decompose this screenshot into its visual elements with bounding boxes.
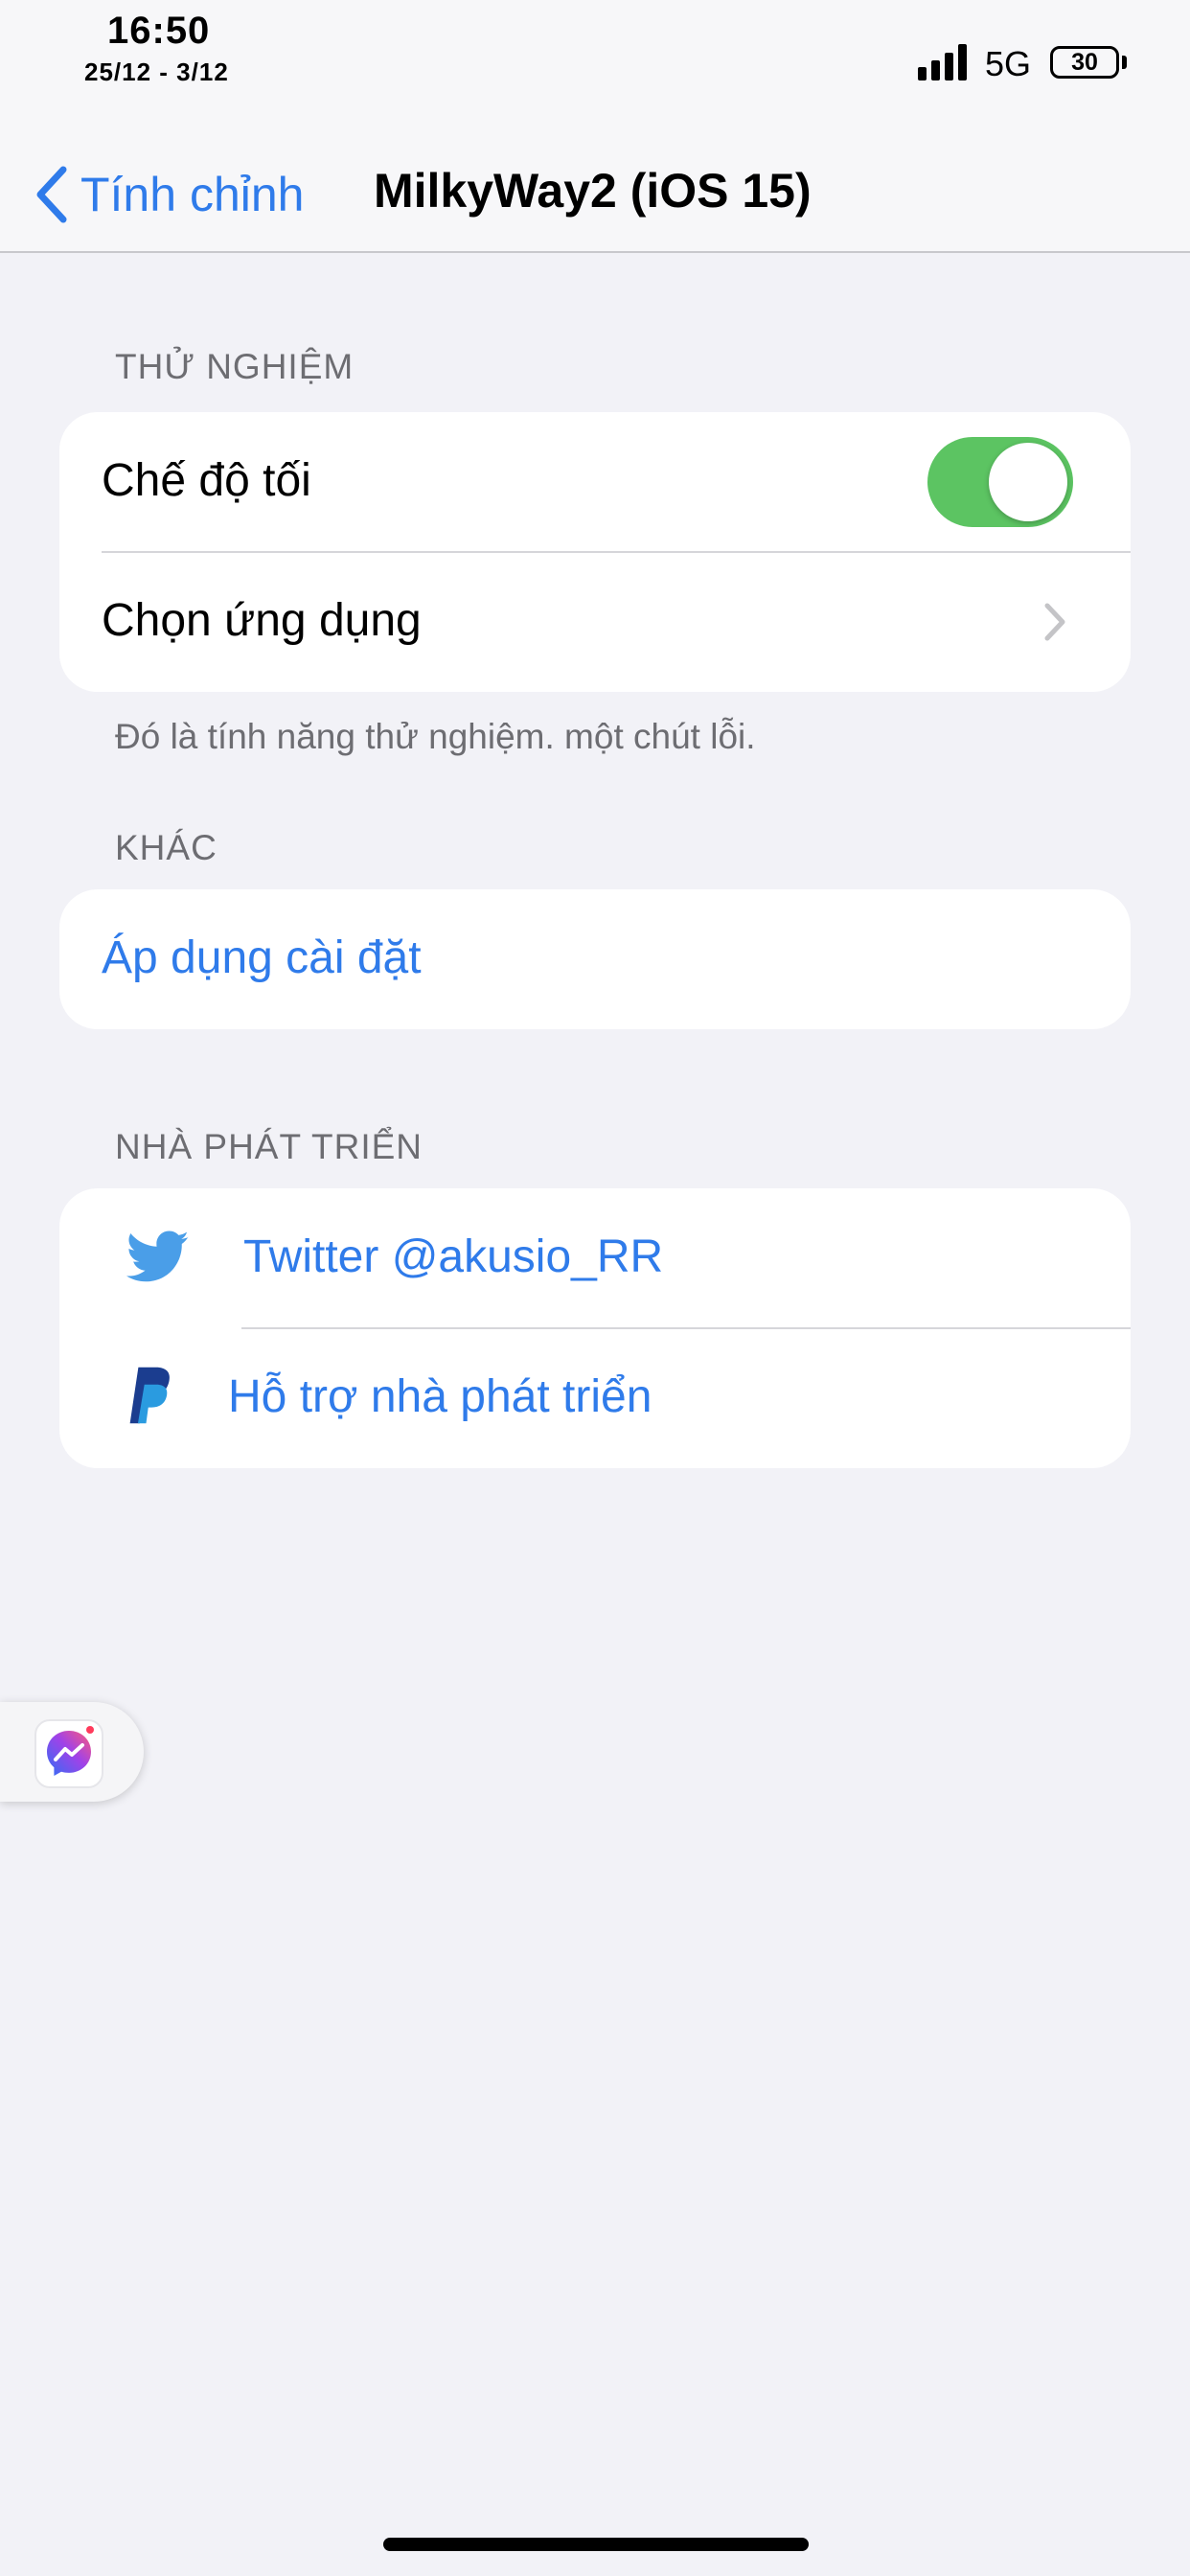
- status-time: 16:50: [107, 10, 211, 52]
- experimental-group: Chế độ tối Chọn ứng dụng: [59, 412, 1131, 692]
- back-button[interactable]: Tính chỉnh: [33, 161, 304, 228]
- experimental-footer: Đó là tính năng thử nghiệm. một chút lỗi…: [115, 717, 756, 756]
- navigation-bar: Tính chỉnh MilkyWay2 (iOS 15): [0, 105, 1190, 253]
- paypal-icon: [129, 1367, 170, 1424]
- messenger-icon: [34, 1719, 103, 1788]
- chevron-left-icon: [36, 166, 67, 223]
- support-developer-row[interactable]: Hỗ trợ nhà phát triển: [59, 1328, 1131, 1468]
- home-indicator: [383, 2538, 809, 2551]
- section-header-other: KHÁC: [115, 828, 217, 867]
- chevron-right-icon: [1044, 603, 1065, 641]
- developer-group: Twitter @akusio_RR Hỗ trợ nhà phát triển: [59, 1188, 1131, 1468]
- other-group: Áp dụng cài đặt: [59, 889, 1131, 1029]
- status-date: 25/12 - 3/12: [84, 58, 229, 86]
- dark-mode-label: Chế độ tối: [102, 455, 311, 506]
- twitter-icon: [126, 1230, 189, 1282]
- choose-app-label: Chọn ứng dụng: [102, 595, 422, 646]
- support-developer-label: Hỗ trợ nhà phát triển: [228, 1371, 652, 1422]
- twitter-label: Twitter @akusio_RR: [243, 1231, 664, 1282]
- floating-chat-button[interactable]: [0, 1702, 144, 1802]
- twitter-row[interactable]: Twitter @akusio_RR: [59, 1188, 1131, 1328]
- network-type: 5G: [985, 44, 1032, 83]
- section-header-experimental: THỬ NGHIỆM: [115, 347, 355, 386]
- page-title: MilkyWay2 (iOS 15): [374, 164, 812, 218]
- back-label: Tính chỉnh: [80, 168, 305, 221]
- signal-icon: [918, 44, 972, 80]
- dark-mode-row: Chế độ tối: [59, 412, 1131, 552]
- status-bar: 16:50 25/12 - 3/12 5G 30: [0, 0, 1190, 105]
- dark-mode-toggle[interactable]: [927, 437, 1073, 527]
- battery-tip: [1122, 56, 1127, 69]
- apply-settings-label: Áp dụng cài đặt: [102, 932, 422, 983]
- choose-app-row[interactable]: Chọn ứng dụng: [59, 552, 1131, 692]
- apply-settings-row[interactable]: Áp dụng cài đặt: [59, 889, 1131, 1029]
- battery-icon: 30: [1050, 46, 1119, 79]
- toggle-knob: [989, 443, 1067, 521]
- section-header-developer: NHÀ PHÁT TRIỂN: [115, 1127, 423, 1166]
